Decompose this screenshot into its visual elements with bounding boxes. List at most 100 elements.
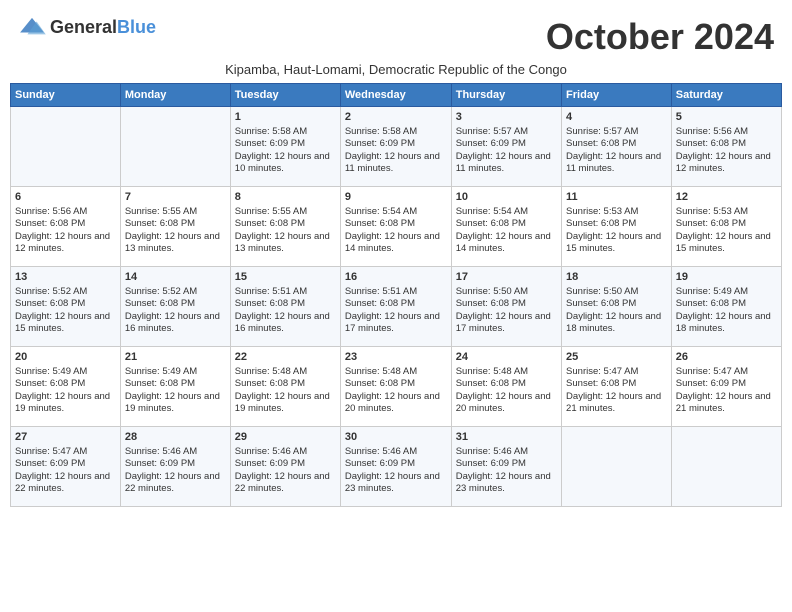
calendar-cell: 14Sunrise: 5:52 AMSunset: 6:08 PMDayligh… [120, 267, 230, 347]
day-info: Sunrise: 5:57 AMSunset: 6:08 PMDaylight:… [566, 126, 667, 175]
page-header: GeneralBlue October 2024 [10, 10, 782, 58]
day-number: 23 [345, 350, 447, 365]
calendar-cell: 7Sunrise: 5:55 AMSunset: 6:08 PMDaylight… [120, 187, 230, 267]
day-of-week-friday: Friday [562, 84, 672, 107]
calendar-cell: 21Sunrise: 5:49 AMSunset: 6:08 PMDayligh… [120, 347, 230, 427]
day-number: 15 [235, 270, 336, 285]
day-number: 8 [235, 190, 336, 205]
calendar-cell: 25Sunrise: 5:47 AMSunset: 6:08 PMDayligh… [562, 347, 672, 427]
calendar-cell: 31Sunrise: 5:46 AMSunset: 6:09 PMDayligh… [451, 427, 561, 507]
day-info: Sunrise: 5:50 AMSunset: 6:08 PMDaylight:… [456, 286, 557, 335]
calendar-cell: 2Sunrise: 5:58 AMSunset: 6:09 PMDaylight… [340, 107, 451, 187]
day-number: 7 [125, 190, 226, 205]
day-info: Sunrise: 5:55 AMSunset: 6:08 PMDaylight:… [125, 206, 226, 255]
day-of-week-thursday: Thursday [451, 84, 561, 107]
calendar-cell [562, 427, 672, 507]
calendar-cell [120, 107, 230, 187]
day-info: Sunrise: 5:51 AMSunset: 6:08 PMDaylight:… [345, 286, 447, 335]
day-info: Sunrise: 5:46 AMSunset: 6:09 PMDaylight:… [235, 446, 336, 495]
calendar-cell: 16Sunrise: 5:51 AMSunset: 6:08 PMDayligh… [340, 267, 451, 347]
day-info: Sunrise: 5:54 AMSunset: 6:08 PMDaylight:… [345, 206, 447, 255]
day-of-week-wednesday: Wednesday [340, 84, 451, 107]
calendar-cell: 8Sunrise: 5:55 AMSunset: 6:08 PMDaylight… [230, 187, 340, 267]
day-number: 12 [676, 190, 777, 205]
days-of-week-row: SundayMondayTuesdayWednesdayThursdayFrid… [11, 84, 782, 107]
day-info: Sunrise: 5:49 AMSunset: 6:08 PMDaylight:… [676, 286, 777, 335]
day-number: 27 [15, 430, 116, 445]
day-number: 31 [456, 430, 557, 445]
calendar-body: 1Sunrise: 5:58 AMSunset: 6:09 PMDaylight… [11, 107, 782, 507]
logo-blue: Blue [117, 17, 156, 37]
day-info: Sunrise: 5:49 AMSunset: 6:08 PMDaylight:… [15, 366, 116, 415]
day-number: 3 [456, 110, 557, 125]
day-info: Sunrise: 5:54 AMSunset: 6:08 PMDaylight:… [456, 206, 557, 255]
day-number: 5 [676, 110, 777, 125]
calendar-cell: 5Sunrise: 5:56 AMSunset: 6:08 PMDaylight… [671, 107, 781, 187]
day-number: 29 [235, 430, 336, 445]
day-info: Sunrise: 5:55 AMSunset: 6:08 PMDaylight:… [235, 206, 336, 255]
calendar-cell: 15Sunrise: 5:51 AMSunset: 6:08 PMDayligh… [230, 267, 340, 347]
logo-icon [18, 16, 46, 38]
calendar-cell: 24Sunrise: 5:48 AMSunset: 6:08 PMDayligh… [451, 347, 561, 427]
day-number: 26 [676, 350, 777, 365]
page-subtitle: Kipamba, Haut-Lomami, Democratic Republi… [10, 62, 782, 77]
calendar-week-5: 27Sunrise: 5:47 AMSunset: 6:09 PMDayligh… [11, 427, 782, 507]
day-number: 1 [235, 110, 336, 125]
day-number: 4 [566, 110, 667, 125]
day-number: 6 [15, 190, 116, 205]
calendar-cell: 23Sunrise: 5:48 AMSunset: 6:08 PMDayligh… [340, 347, 451, 427]
day-number: 9 [345, 190, 447, 205]
day-info: Sunrise: 5:47 AMSunset: 6:09 PMDaylight:… [15, 446, 116, 495]
day-info: Sunrise: 5:53 AMSunset: 6:08 PMDaylight:… [676, 206, 777, 255]
day-info: Sunrise: 5:53 AMSunset: 6:08 PMDaylight:… [566, 206, 667, 255]
day-info: Sunrise: 5:47 AMSunset: 6:08 PMDaylight:… [566, 366, 667, 415]
logo-text: GeneralBlue [50, 17, 156, 38]
day-number: 28 [125, 430, 226, 445]
calendar-cell: 27Sunrise: 5:47 AMSunset: 6:09 PMDayligh… [11, 427, 121, 507]
day-info: Sunrise: 5:49 AMSunset: 6:08 PMDaylight:… [125, 366, 226, 415]
day-info: Sunrise: 5:48 AMSunset: 6:08 PMDaylight:… [345, 366, 447, 415]
day-number: 2 [345, 110, 447, 125]
day-number: 19 [676, 270, 777, 285]
day-number: 30 [345, 430, 447, 445]
calendar-cell [11, 107, 121, 187]
day-number: 21 [125, 350, 226, 365]
logo-general: General [50, 17, 117, 37]
day-info: Sunrise: 5:48 AMSunset: 6:08 PMDaylight:… [456, 366, 557, 415]
calendar-cell: 20Sunrise: 5:49 AMSunset: 6:08 PMDayligh… [11, 347, 121, 427]
calendar-cell [671, 427, 781, 507]
day-info: Sunrise: 5:46 AMSunset: 6:09 PMDaylight:… [345, 446, 447, 495]
calendar-cell: 10Sunrise: 5:54 AMSunset: 6:08 PMDayligh… [451, 187, 561, 267]
calendar-cell: 26Sunrise: 5:47 AMSunset: 6:09 PMDayligh… [671, 347, 781, 427]
day-info: Sunrise: 5:46 AMSunset: 6:09 PMDaylight:… [125, 446, 226, 495]
day-number: 18 [566, 270, 667, 285]
calendar-cell: 11Sunrise: 5:53 AMSunset: 6:08 PMDayligh… [562, 187, 672, 267]
calendar-cell: 1Sunrise: 5:58 AMSunset: 6:09 PMDaylight… [230, 107, 340, 187]
day-number: 10 [456, 190, 557, 205]
calendar-cell: 12Sunrise: 5:53 AMSunset: 6:08 PMDayligh… [671, 187, 781, 267]
day-number: 14 [125, 270, 226, 285]
day-info: Sunrise: 5:58 AMSunset: 6:09 PMDaylight:… [235, 126, 336, 175]
calendar-week-3: 13Sunrise: 5:52 AMSunset: 6:08 PMDayligh… [11, 267, 782, 347]
day-info: Sunrise: 5:52 AMSunset: 6:08 PMDaylight:… [15, 286, 116, 335]
calendar-week-2: 6Sunrise: 5:56 AMSunset: 6:08 PMDaylight… [11, 187, 782, 267]
calendar-cell: 9Sunrise: 5:54 AMSunset: 6:08 PMDaylight… [340, 187, 451, 267]
day-number: 16 [345, 270, 447, 285]
day-info: Sunrise: 5:51 AMSunset: 6:08 PMDaylight:… [235, 286, 336, 335]
day-of-week-sunday: Sunday [11, 84, 121, 107]
day-number: 13 [15, 270, 116, 285]
day-info: Sunrise: 5:50 AMSunset: 6:08 PMDaylight:… [566, 286, 667, 335]
day-of-week-saturday: Saturday [671, 84, 781, 107]
day-info: Sunrise: 5:56 AMSunset: 6:08 PMDaylight:… [676, 126, 777, 175]
day-number: 25 [566, 350, 667, 365]
calendar-header: SundayMondayTuesdayWednesdayThursdayFrid… [11, 84, 782, 107]
month-title: October 2024 [546, 16, 774, 58]
calendar-cell: 4Sunrise: 5:57 AMSunset: 6:08 PMDaylight… [562, 107, 672, 187]
calendar-cell: 13Sunrise: 5:52 AMSunset: 6:08 PMDayligh… [11, 267, 121, 347]
day-info: Sunrise: 5:57 AMSunset: 6:09 PMDaylight:… [456, 126, 557, 175]
calendar-cell: 30Sunrise: 5:46 AMSunset: 6:09 PMDayligh… [340, 427, 451, 507]
day-number: 22 [235, 350, 336, 365]
calendar-cell: 28Sunrise: 5:46 AMSunset: 6:09 PMDayligh… [120, 427, 230, 507]
calendar-cell: 3Sunrise: 5:57 AMSunset: 6:09 PMDaylight… [451, 107, 561, 187]
calendar-cell: 6Sunrise: 5:56 AMSunset: 6:08 PMDaylight… [11, 187, 121, 267]
